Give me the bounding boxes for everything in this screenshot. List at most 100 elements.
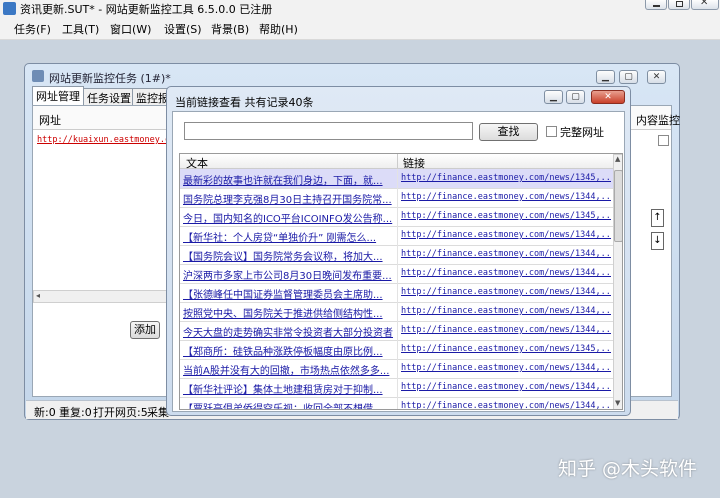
cell-divider [397,264,398,283]
minimize-icon [653,5,660,7]
arrow-down-icon: ↓ [653,235,662,246]
cell-divider [397,397,398,409]
app-icon [3,2,16,15]
maximize-icon: ▢ [624,72,633,82]
task-maximize-button[interactable]: ▢ [619,70,638,84]
table-row[interactable]: 今日，国内知名的ICO平台ICOINFO发公告称... http://financ… [180,207,614,227]
row-text[interactable]: 最新彩的故事也许就在我们身边，下面，就... [183,172,393,187]
row-text[interactable]: 【郑商所：硅铁品种涨跌停板幅度由原比例... [183,343,393,358]
table-row[interactable]: 【郑商所：硅铁品种涨跌停板幅度由原比例... http://finance.eas… [180,340,614,360]
dialog-minimize-button[interactable]: ▁ [544,90,563,104]
row-link[interactable]: http://finance.eastmoney.com/news/1345,.… [401,173,611,183]
maximize-icon: ▢ [571,92,580,102]
move-up-button[interactable]: ↑ [651,209,664,227]
row-link[interactable]: http://finance.eastmoney.com/news/1344,.… [401,249,611,259]
row-text[interactable]: 【新华社：个人房贷“单独价升” 刚需怎么... [183,229,393,244]
table-row[interactable]: 今天大盘的走势确实非常令投资者大部分投资者... http://finance.e… [180,321,614,341]
table-row[interactable]: 当前A股并没有大的回撤，市场热点依然多多... http://finance.ea… [180,359,614,379]
link-dialog: 当前链接查看 共有记录40条 ▁ ▢ ✕ 查找 完整网址 文本 链接 最新彩的故… [166,86,631,416]
vertical-scrollbar[interactable]: ▲ ▼ [613,154,622,409]
cell-divider [397,283,398,302]
full-url-checkbox[interactable] [546,126,557,137]
tab-url-management[interactable]: 网址管理 [32,86,84,105]
header-divider [397,154,398,169]
table-row[interactable]: 【新华社：个人房贷“单独价升” 刚需怎么... http://finance.ea… [180,226,614,246]
row-link[interactable]: http://finance.eastmoney.com/news/1345,.… [401,344,611,354]
task-window-title: 网站更新监控任务 (1#)* [49,72,171,85]
row-link[interactable]: http://finance.eastmoney.com/news/1344,.… [401,192,611,202]
minimize-icon: ▁ [602,72,609,82]
menu-background[interactable]: 背景(B) [211,21,249,37]
row-text[interactable]: 国务院总理李克强8月30日主持召开国务院常... [183,191,393,206]
cell-divider [397,207,398,226]
row-link[interactable]: http://finance.eastmoney.com/news/1344,.… [401,363,611,373]
table-row[interactable]: 国务院总理李克强8月30日主持召开国务院常... http://finance.e… [180,188,614,208]
row-link[interactable]: http://finance.eastmoney.com/news/1344,.… [401,268,611,278]
row-text[interactable]: 沪深两市多家上市公司8月30日晚间发布重要... [183,267,393,282]
close-button[interactable]: ✕ [691,0,719,10]
row-link[interactable]: http://finance.eastmoney.com/news/1344,.… [401,230,611,240]
row-link[interactable]: http://finance.eastmoney.com/news/1344,.… [401,401,611,409]
table-row[interactable]: 【新华社评论】集体土地建租赁房对于抑制... http://finance.eas… [180,378,614,398]
table-row[interactable]: 【贾跃亭俱弟侨得空乐视：收回全部不想借... http://finance.eas… [180,397,614,409]
cell-divider [397,226,398,245]
row-link[interactable]: http://finance.eastmoney.com/news/1344,.… [401,382,611,392]
cell-divider [397,378,398,397]
table-row[interactable]: 按照党中央、国务院关于推进供给侧结构性... http://finance.eas… [180,302,614,322]
row-text[interactable]: 【贾跃亭俱弟侨得空乐视：收回全部不想借... [183,400,393,409]
row-text[interactable]: 【国务院会议】国务院常务会议称，将加大... [183,248,393,263]
link-table: 文本 链接 最新彩的故事也许就在我们身边，下面，就... http://finan… [179,153,623,410]
maximize-button[interactable] [668,0,690,10]
col-monitor-header[interactable]: 内容监控 [636,112,680,128]
cell-divider [397,188,398,207]
status-opened: 打开网页:5 [93,406,148,419]
row-link[interactable]: http://finance.eastmoney.com/news/1344,.… [401,325,611,335]
table-row[interactable]: 最新彩的故事也许就在我们身边，下面，就... http://finance.eas… [180,169,614,189]
monitor-checkbox[interactable] [658,135,669,146]
watermark: 知乎 @木头软件 [558,458,698,480]
link-dialog-body: 查找 完整网址 文本 链接 最新彩的故事也许就在我们身边，下面，就... http… [172,111,625,412]
url-row-link[interactable]: http://kuaixun.eastmoney.co [37,135,175,145]
tab-task-settings[interactable]: 任务设置 [83,88,135,105]
table-row[interactable]: 【国务院会议】国务院常务会议称，将加大... http://finance.eas… [180,245,614,265]
add-button[interactable]: 添加 [130,321,160,339]
menu-window[interactable]: 窗口(W) [110,21,151,37]
scroll-thumb[interactable] [614,170,622,242]
table-row[interactable]: 沪深两市多家上市公司8月30日晚间发布重要... http://finance.e… [180,264,614,284]
row-text[interactable]: 今日，国内知名的ICO平台ICOINFO发公告称... [183,210,393,225]
task-close-button[interactable]: ✕ [647,70,666,84]
menu-help[interactable]: 帮助(H) [259,21,298,37]
cell-divider [397,340,398,359]
cell-divider [397,302,398,321]
row-text[interactable]: 按照党中央、国务院关于推进供给侧结构性... [183,305,393,320]
close-icon: ✕ [700,0,709,8]
row-text[interactable]: 【新华社评论】集体土地建租赁房对于抑制... [183,381,393,396]
row-text[interactable]: 当前A股并没有大的回撤，市场热点依然多多... [183,362,393,377]
minimize-button[interactable] [645,0,667,10]
col-url-header[interactable]: 网址 [39,112,61,128]
dialog-maximize-button[interactable]: ▢ [566,90,585,104]
menu-bar: 任务(F) 工具(T) 窗口(W) 设置(S) 背景(B) 帮助(H) [0,18,720,40]
search-input[interactable] [184,122,473,140]
row-link[interactable]: http://finance.eastmoney.com/news/1345,.… [401,211,611,221]
table-row[interactable]: 【张德峰任中国证券监督管理委员会主席助... http://finance.eas… [180,283,614,303]
row-text[interactable]: 今天大盘的走势确实非常令投资者大部分投资者... [183,324,393,339]
full-url-label: 完整网址 [560,126,604,139]
menu-tools[interactable]: 工具(T) [62,21,99,37]
link-table-rows: 最新彩的故事也许就在我们身边，下面，就... http://finance.eas… [180,169,614,409]
status-new: 新:0 [34,406,56,419]
search-button[interactable]: 查找 [479,123,538,141]
row-link[interactable]: http://finance.eastmoney.com/news/1344,.… [401,287,611,297]
task-minimize-button[interactable]: ▁ [596,70,615,84]
row-text[interactable]: 【张德峰任中国证券监督管理委员会主席助... [183,286,393,301]
move-down-button[interactable]: ↓ [651,232,664,250]
menu-settings[interactable]: 设置(S) [164,21,202,37]
app-title: 资讯更新.SUT* - 网站更新监控工具 6.5.0.0 已注册 [20,3,273,16]
cell-divider [397,169,398,188]
row-link[interactable]: http://finance.eastmoney.com/news/1344,.… [401,306,611,316]
menu-task[interactable]: 任务(F) [14,21,51,37]
dialog-close-button[interactable]: ✕ [591,90,625,104]
scroll-left-icon: ◂ [36,291,41,300]
link-dialog-title: 当前链接查看 共有记录40条 [175,96,314,109]
scroll-down-icon: ▼ [615,399,621,407]
